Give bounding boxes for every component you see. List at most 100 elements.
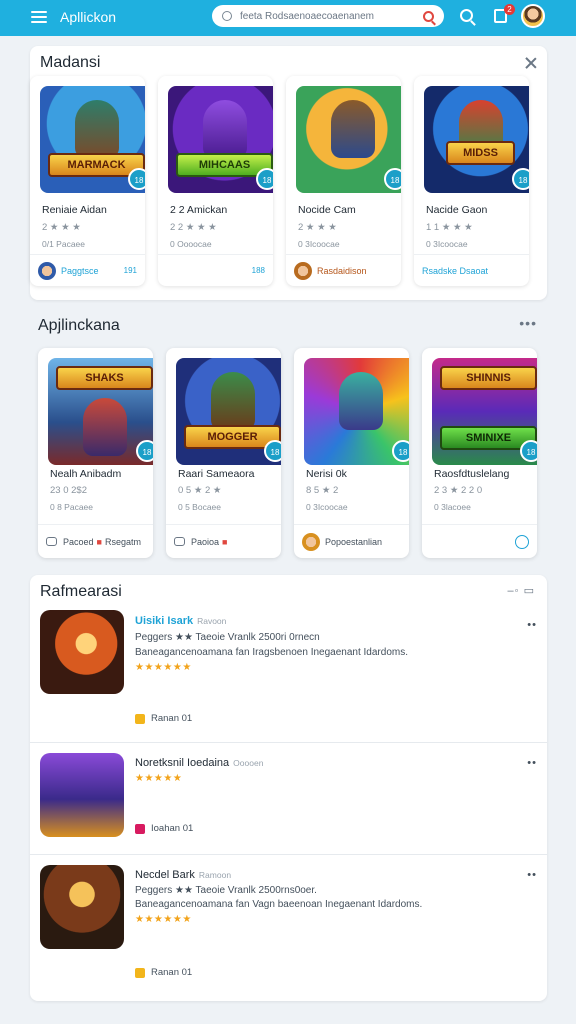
list-item[interactable]: Necdel Bark Ramoon Peggers ★★ Taeoie Vran… bbox=[30, 855, 547, 1001]
card-title: Raosfdtuslelang bbox=[434, 468, 510, 480]
game-card[interactable]: MARMACK 18 Reniaie Aidan 2 ★ ★ ★ 0/1 Pac… bbox=[30, 76, 145, 286]
card-title: Nacide Gaon bbox=[426, 204, 488, 216]
card-footer: Rsadske Dsaoat bbox=[414, 254, 529, 286]
card-rating: 2 3 ★ 2 2 0 bbox=[434, 485, 483, 496]
game-badge: 18 bbox=[264, 440, 281, 462]
game-thumbnail: SHAKS 18 bbox=[48, 358, 153, 465]
search-icon bbox=[222, 11, 232, 21]
game-card[interactable]: SHAKS 18 Nealh Anibadm 23 0 2$2 0 8 Paca… bbox=[38, 348, 153, 558]
search-input[interactable]: feeta Rodsaenoaecoaenanem bbox=[240, 11, 423, 22]
list-rating: ★★★★★★ bbox=[135, 914, 192, 925]
card-rating: 2 ★ ★ ★ bbox=[298, 222, 337, 233]
gift-icon: ■ bbox=[96, 536, 102, 547]
card-subtitle: 0 3lacoee bbox=[434, 502, 471, 512]
list-rating: ★★★★★ bbox=[135, 773, 183, 784]
section-apjlinckana: Apjlinckana ••• SHAKS 18 Nealh Anibadm 2… bbox=[30, 306, 547, 560]
character-figure bbox=[83, 398, 127, 456]
card-subtitle: 0/1 Pacaee bbox=[42, 239, 86, 249]
section-title: Apjlinckana bbox=[38, 317, 120, 334]
game-thumbnail: 18 bbox=[296, 86, 401, 193]
card-title: Nerisi 0k bbox=[306, 468, 347, 480]
card-footer: Paggtsce 191 bbox=[30, 254, 145, 286]
card-title: Nealh Anibadm bbox=[50, 468, 122, 480]
search-submit-icon[interactable] bbox=[423, 10, 434, 22]
game-logo: SHINNIS bbox=[440, 366, 537, 390]
game-thumbnail: MIHCAAS 18 bbox=[168, 86, 273, 193]
card-subtitle: 0 3Icoocae bbox=[298, 239, 340, 249]
card-title: Nocide Cam bbox=[298, 204, 356, 216]
game-card[interactable]: MIDSS 18 Nacide Gaon 1 1 ★ ★ ★ 0 3Icooca… bbox=[414, 76, 529, 286]
card-title: 2 2 Amickan bbox=[170, 204, 228, 216]
card-count: 188 bbox=[251, 266, 265, 275]
list-footer: Ranan 01 bbox=[135, 713, 192, 724]
search-icon[interactable] bbox=[460, 9, 473, 22]
card-footer: Pacoed ■ Rsegatm bbox=[38, 524, 153, 558]
game-card[interactable]: MIHCAAS 18 2 2 Amickan 2 2 ★ ★ ★ 0 Ooooc… bbox=[158, 76, 273, 286]
card-row: SHAKS 18 Nealh Anibadm 23 0 2$2 0 8 Paca… bbox=[38, 348, 537, 558]
list-footer: Ioahan 01 bbox=[135, 823, 193, 834]
more-icon[interactable]: •• bbox=[527, 869, 537, 881]
game-card[interactable]: SHINNIS SMINIXE 18 Raosfdtuslelang 2 3 ★… bbox=[422, 348, 537, 558]
publisher-name[interactable]: Paggtsce bbox=[61, 266, 99, 276]
game-badge: 18 bbox=[512, 168, 529, 190]
game-badge: 18 bbox=[128, 168, 145, 190]
card-subtitle: 0 3Icoocae bbox=[306, 502, 348, 512]
publisher-name[interactable]: Rsadske Dsaoat bbox=[422, 266, 488, 276]
card-rating: 0 5 ★ 2 ★ bbox=[178, 485, 222, 496]
list-description: Peggers ★★ Taeoie Vranlk 2500ri 0rnecn bbox=[135, 632, 320, 643]
card-subtitle: 0 8 Pacaee bbox=[50, 502, 94, 512]
card-subtitle: 0 Oooocae bbox=[170, 239, 212, 249]
publisher-avatar bbox=[302, 532, 320, 551]
character-figure bbox=[203, 100, 247, 158]
game-thumbnail: MIDSS 18 bbox=[424, 86, 529, 193]
card-footer: 188 bbox=[158, 254, 273, 286]
list-item[interactable]: Noretksnil Ioedaina Ooooen ★★★★★ Ioahan 0… bbox=[30, 743, 547, 855]
list-thumbnail bbox=[40, 610, 124, 694]
publisher-name[interactable]: Paoioa bbox=[191, 537, 219, 547]
list-badge: Ioahan 01 bbox=[151, 823, 194, 834]
game-badge: 18 bbox=[520, 440, 537, 462]
more-icon[interactable]: ••• bbox=[519, 315, 537, 331]
more-icon[interactable]: •• bbox=[527, 619, 537, 631]
card-rating: 1 1 ★ ★ ★ bbox=[426, 222, 473, 233]
list-thumbnail bbox=[40, 753, 124, 837]
card-footer: Popoestanlian bbox=[294, 524, 409, 558]
app-title: Apllickon bbox=[60, 9, 117, 25]
menu-icon[interactable] bbox=[31, 11, 47, 23]
character-figure bbox=[75, 100, 119, 158]
card-count: 191 bbox=[123, 266, 137, 275]
list-badge: Ranan 01 bbox=[151, 967, 193, 978]
publisher-avatar bbox=[38, 261, 56, 280]
section-title: Rafmearasi bbox=[40, 583, 122, 600]
publisher-name[interactable]: Pacoed bbox=[63, 537, 94, 547]
character-figure bbox=[211, 372, 255, 430]
refresh-icon[interactable] bbox=[515, 534, 529, 549]
character-figure bbox=[331, 100, 375, 158]
more-icon[interactable]: •• bbox=[527, 757, 537, 769]
game-logo: SHAKS bbox=[56, 366, 153, 390]
more-icon[interactable]: –◦ ▭ bbox=[508, 584, 535, 597]
list-rating: ★★★★★★ bbox=[135, 662, 192, 673]
list-thumbnail bbox=[40, 865, 124, 949]
card-footer bbox=[422, 524, 537, 558]
list-description: Peggers ★★ Taeoie Vranlk 2500rns0oer. bbox=[135, 885, 317, 896]
publisher-name[interactable]: Rasdaidison bbox=[317, 266, 367, 276]
game-badge: 18 bbox=[384, 168, 401, 190]
game-badge: 18 bbox=[392, 440, 409, 462]
user-avatar[interactable] bbox=[521, 4, 545, 28]
list-item[interactable]: Uisiki Isark Ravoon Peggers ★★ Taeoie Vra… bbox=[30, 605, 547, 743]
card-subtitle: 0 5 Bocaee bbox=[178, 502, 222, 512]
list-description: Baneagancenoamana fan Vagn baeenoan Ineg… bbox=[135, 899, 423, 910]
game-card[interactable]: MOGGER 18 Raari Sameaora 0 5 ★ 2 ★ 0 5 B… bbox=[166, 348, 281, 558]
card-rating: 2 2 ★ ★ ★ bbox=[170, 222, 217, 233]
card-title: Reniaie Aidan bbox=[42, 204, 107, 216]
publisher-name[interactable]: Popoestanlian bbox=[325, 537, 382, 547]
game-card[interactable]: 18 Nerisi 0k 8 5 ★ 2 0 3Icoocae Popoesta… bbox=[294, 348, 409, 558]
close-icon[interactable] bbox=[525, 57, 537, 69]
game-card[interactable]: 18 Nocide Cam 2 ★ ★ ★ 0 3Icoocae Rasdaid… bbox=[286, 76, 401, 286]
section-rafmearasi: Rafmearasi –◦ ▭ Uisiki Isark Ravoon Pegge… bbox=[30, 575, 547, 1001]
publisher-avatar bbox=[294, 261, 312, 280]
search-bar[interactable]: feeta Rodsaenoaecoaenanem bbox=[212, 5, 444, 27]
card-footer: Paoioa ■ bbox=[166, 524, 281, 558]
game-thumbnail: MOGGER 18 bbox=[176, 358, 281, 465]
